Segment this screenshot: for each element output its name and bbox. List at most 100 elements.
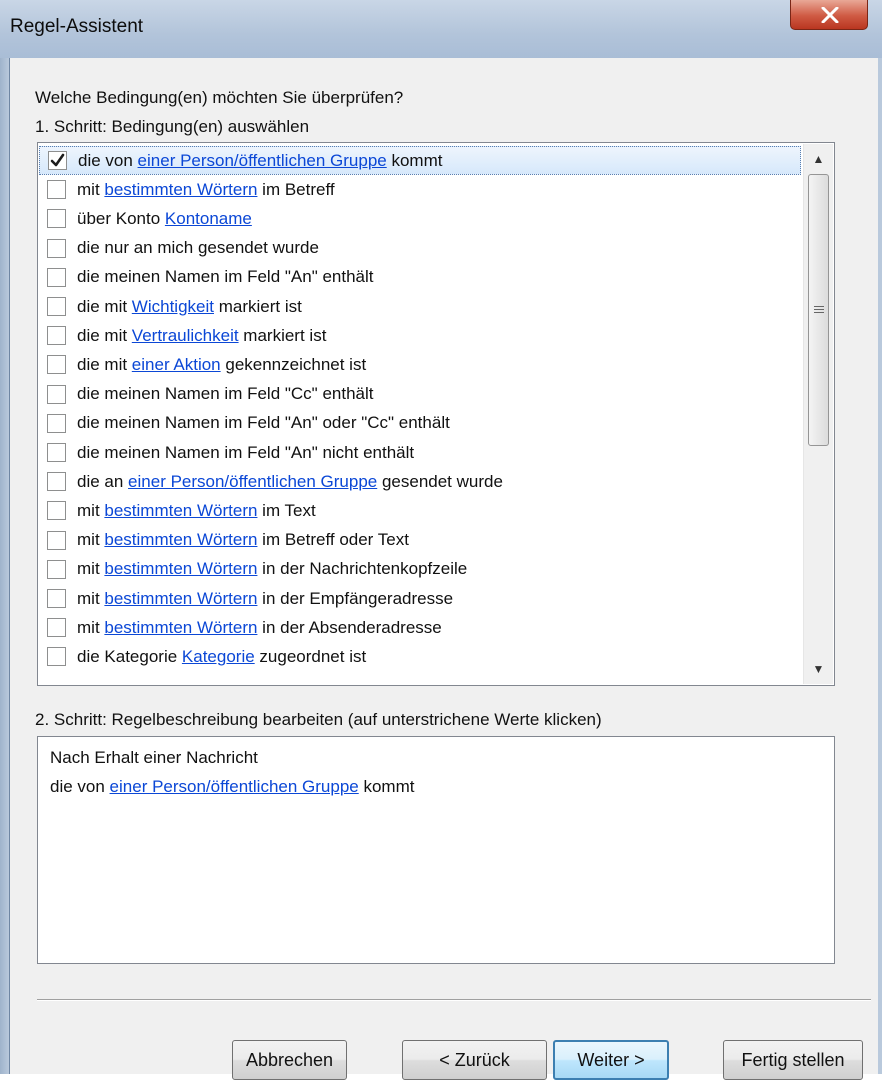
grip-line <box>814 312 824 313</box>
condition-item[interactable]: die mit einer Aktion gekennzeichnet ist <box>39 350 801 379</box>
condition-text: mit <box>77 179 105 199</box>
condition-checkbox[interactable] <box>47 530 66 550</box>
condition-label: die von einer Person/öffentlichen Gruppe… <box>78 151 442 171</box>
condition-checkbox[interactable] <box>47 618 66 638</box>
condition-checkbox[interactable] <box>47 297 66 316</box>
condition-label: die meinen Namen im Feld "An" enthält <box>77 267 374 287</box>
condition-checkbox[interactable] <box>47 443 66 462</box>
condition-checkbox[interactable] <box>47 209 66 229</box>
close-icon <box>821 7 839 23</box>
condition-item[interactable]: die an einer Person/öffentlichen Gruppe … <box>39 467 801 496</box>
condition-label: die meinen Namen im Feld "An" oder "Cc" … <box>77 413 450 433</box>
condition-text: mit <box>77 530 105 550</box>
description-line-2: die von einer Person/öffentlichen Gruppe… <box>50 777 414 797</box>
condition-link[interactable]: einer Aktion <box>132 355 221 374</box>
condition-text: im Betreff <box>257 179 335 199</box>
description-text: die von <box>50 777 110 796</box>
condition-checkbox[interactable] <box>47 647 66 667</box>
next-button[interactable]: Weiter > <box>553 1040 669 1080</box>
condition-link[interactable]: einer Person/öffentlichen Gruppe <box>138 151 387 170</box>
condition-link[interactable]: Wichtigkeit <box>132 297 214 316</box>
condition-link[interactable]: bestimmten Wörtern <box>104 559 257 578</box>
condition-link[interactable]: bestimmten Wörtern <box>104 501 257 520</box>
condition-text: die meinen Namen im Feld "An" oder "Cc" … <box>77 413 450 433</box>
condition-label: die Kategorie Kategorie zugeordnet ist <box>77 647 366 667</box>
condition-label: die mit Wichtigkeit markiert ist <box>77 297 302 317</box>
window-frame-left <box>0 58 9 1074</box>
scroll-up-arrow-icon[interactable]: ▲ <box>804 144 833 174</box>
description-line-1: Nach Erhalt einer Nachricht <box>50 748 258 767</box>
condition-link[interactable]: Kategorie <box>182 647 255 666</box>
condition-checkbox[interactable] <box>47 384 66 404</box>
condition-checkbox[interactable] <box>47 501 66 521</box>
condition-text: mit <box>77 559 105 579</box>
grip-line <box>814 306 824 307</box>
condition-link[interactable]: Vertraulichkeit <box>132 326 239 345</box>
condition-item[interactable]: die meinen Namen im Feld "Cc" enthält <box>39 380 801 409</box>
rule-description-box[interactable]: Nach Erhalt einer Nachricht die von eine… <box>37 736 835 964</box>
condition-label: mit bestimmten Wörtern im Betreff <box>77 180 335 200</box>
condition-item[interactable]: die mit Vertraulichkeit markiert ist <box>39 321 801 350</box>
condition-checkbox[interactable] <box>47 559 66 579</box>
condition-item[interactable]: mit bestimmten Wörtern im Betreff <box>39 175 801 204</box>
condition-item[interactable]: die meinen Namen im Feld "An" oder "Cc" … <box>39 409 801 438</box>
condition-checkbox[interactable] <box>48 151 67 170</box>
condition-item[interactable]: mit bestimmten Wörtern in der Empfängera… <box>39 584 801 613</box>
condition-checkbox[interactable] <box>47 238 66 258</box>
condition-label: mit bestimmten Wörtern im Betreff oder T… <box>77 530 409 550</box>
condition-link[interactable]: Kontoname <box>165 209 252 228</box>
condition-checkbox[interactable] <box>47 472 66 492</box>
condition-link[interactable]: einer Person/öffentlichen Gruppe <box>128 472 377 491</box>
conditions-listbox[interactable]: die von einer Person/öffentlichen Gruppe… <box>37 142 835 686</box>
condition-item[interactable]: die Kategorie Kategorie zugeordnet ist <box>39 642 801 671</box>
condition-link[interactable]: bestimmten Wörtern <box>104 618 257 637</box>
cancel-button[interactable]: Abbrechen <box>232 1040 347 1080</box>
dialog-client: Welche Bedingung(en) möchten Sie überprü… <box>9 58 878 1080</box>
condition-item[interactable]: mit bestimmten Wörtern im Betreff oder T… <box>39 526 801 555</box>
condition-text: gekennzeichnet ist <box>220 354 367 374</box>
condition-text: markiert ist <box>238 325 327 345</box>
description-link-person-group[interactable]: einer Person/öffentlichen Gruppe <box>110 777 359 796</box>
condition-item[interactable]: mit bestimmten Wörtern im Text <box>39 496 801 525</box>
condition-checkbox[interactable] <box>47 180 66 200</box>
scroll-down-arrow-icon[interactable]: ▼ <box>804 654 833 684</box>
condition-text: mit <box>77 617 105 637</box>
condition-label: die nur an mich gesendet wurde <box>77 238 319 258</box>
condition-item[interactable]: die nur an mich gesendet wurde <box>39 234 801 263</box>
condition-item[interactable]: die meinen Namen im Feld "An" nicht enth… <box>39 438 801 467</box>
condition-label: mit bestimmten Wörtern in der Nachrichte… <box>77 559 467 579</box>
step-question: Welche Bedingung(en) möchten Sie überprü… <box>35 88 404 107</box>
condition-text: die Kategorie <box>77 646 182 666</box>
condition-checkbox[interactable] <box>47 355 66 375</box>
condition-checkbox[interactable] <box>47 267 66 287</box>
condition-text: mit <box>77 588 105 608</box>
condition-link[interactable]: bestimmten Wörtern <box>104 180 257 199</box>
condition-text: die von <box>78 150 138 170</box>
back-button[interactable]: < Zurück <box>402 1040 547 1080</box>
condition-item[interactable]: über Konto Kontoname <box>39 204 801 233</box>
condition-item[interactable]: die meinen Namen im Feld "An" enthält <box>39 263 801 292</box>
condition-item[interactable]: mit bestimmten Wörtern in der Nachrichte… <box>39 555 801 584</box>
condition-text: die nur an mich gesendet wurde <box>77 238 319 258</box>
condition-item[interactable]: mit bestimmten Wörtern in der Absenderad… <box>39 613 801 642</box>
condition-item[interactable]: die mit Wichtigkeit markiert ist <box>39 292 801 321</box>
separator <box>37 999 871 1001</box>
title-bar[interactable]: Regel-Assistent <box>0 0 882 58</box>
condition-label: mit bestimmten Wörtern im Text <box>77 501 316 521</box>
condition-item[interactable]: die von einer Person/öffentlichen Gruppe… <box>39 146 801 175</box>
finish-button[interactable]: Fertig stellen <box>723 1040 863 1080</box>
condition-label: die mit einer Aktion gekennzeichnet ist <box>77 355 366 375</box>
scrollbar-thumb[interactable] <box>808 174 829 446</box>
condition-text: im Betreff oder Text <box>257 530 409 550</box>
condition-link[interactable]: bestimmten Wörtern <box>104 589 257 608</box>
condition-checkbox[interactable] <box>47 413 66 433</box>
step2-label: 2. Schritt: Regelbeschreibung bearbeiten… <box>35 710 602 729</box>
condition-checkbox[interactable] <box>47 326 66 346</box>
condition-label: über Konto Kontoname <box>77 209 252 229</box>
condition-link[interactable]: bestimmten Wörtern <box>104 530 257 549</box>
condition-checkbox[interactable] <box>47 589 66 608</box>
vertical-scrollbar[interactable]: ▲ ▼ <box>803 144 833 684</box>
close-button[interactable] <box>790 0 868 30</box>
condition-text: kommt <box>386 150 443 170</box>
condition-text: die meinen Namen im Feld "An" enthält <box>77 267 374 287</box>
